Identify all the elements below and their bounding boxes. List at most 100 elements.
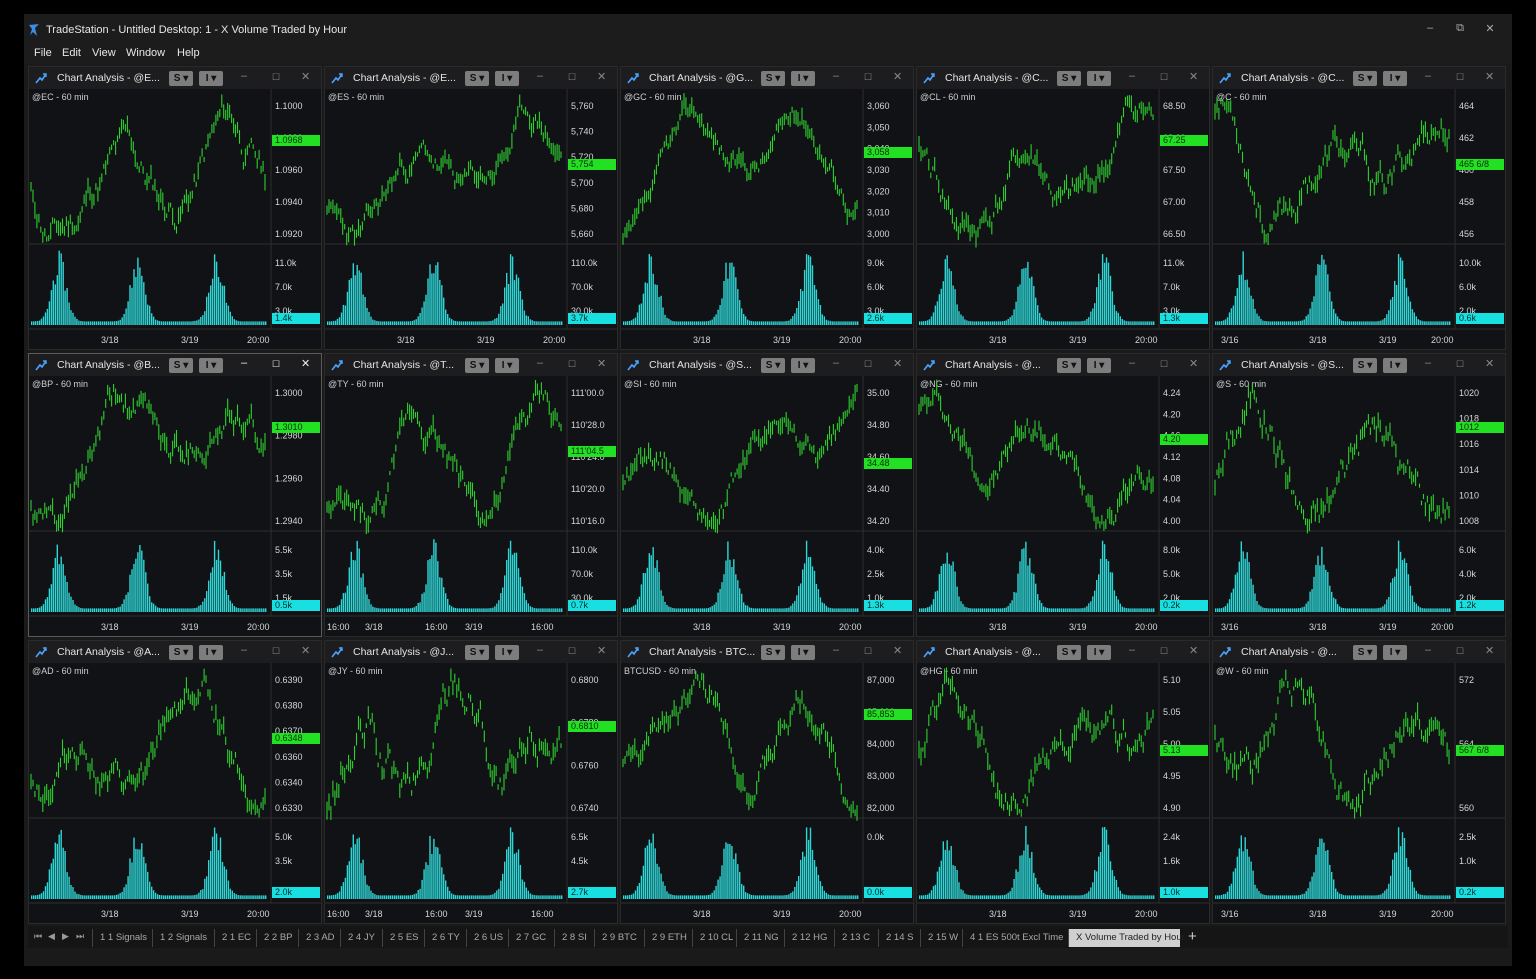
chart-area[interactable]: 35.0034.8034.6034.4034.2034.484.0k2.5k1.…: [621, 376, 913, 637]
chart-panel-bp[interactable]: Chart Analysis - @B... S ▾ I ▾ – ☐ ✕ @BP…: [28, 353, 322, 637]
tab-2-8-si[interactable]: 2 8 SI: [554, 929, 594, 947]
chart-panel-titlebar[interactable]: Chart Analysis - @E... S ▾ I ▾ – ☐ ✕: [29, 67, 321, 89]
indicator-button[interactable]: I ▾: [199, 71, 223, 86]
tab-prev-button[interactable]: ◀: [48, 931, 55, 942]
tab-1-1-signals[interactable]: 1 1 Signals: [92, 929, 152, 947]
chart-panel-ec[interactable]: Chart Analysis - @E... S ▾ I ▾ – ☐ ✕ @EC…: [28, 66, 322, 350]
panel-minimize-button[interactable]: –: [1129, 70, 1135, 82]
tab-4-1-es-500t-excl-time[interactable]: 4 1 ES 500t Excl Time: [962, 929, 1068, 947]
chart-area[interactable]: 1.30001.29801.29601.29401.30105.5k3.5k1.…: [29, 376, 321, 637]
panel-close-button[interactable]: ✕: [1485, 644, 1494, 657]
panel-maximize-button[interactable]: ☐: [568, 646, 576, 657]
chart-panel-titlebar[interactable]: Chart Analysis - @J... S ▾ I ▾ – ☐ ✕: [325, 641, 617, 663]
tab-2-3-ad[interactable]: 2 3 AD: [298, 929, 340, 947]
panel-close-button[interactable]: ✕: [1189, 644, 1198, 657]
panel-close-button[interactable]: ✕: [301, 70, 310, 83]
chart-panel-s[interactable]: Chart Analysis - @S... S ▾ I ▾ – ☐ ✕ @S …: [1212, 353, 1506, 637]
tab-2-4-jy[interactable]: 2 4 JY: [340, 929, 382, 947]
panel-minimize-button[interactable]: –: [241, 70, 247, 82]
tab-2-1-ec[interactable]: 2 1 EC: [214, 929, 256, 947]
panel-maximize-button[interactable]: ☐: [1456, 72, 1464, 83]
tab-last-button[interactable]: ⏭: [76, 931, 84, 942]
chart-panel-btcusd[interactable]: Chart Analysis - BTC... S ▾ I ▾ – ☐ ✕ BT…: [620, 640, 914, 924]
chart-panel-hg[interactable]: Chart Analysis - @... S ▾ I ▾ – ☐ ✕ @HG …: [916, 640, 1210, 924]
tab-2-2-bp[interactable]: 2 2 BP: [256, 929, 298, 947]
panel-maximize-button[interactable]: ☐: [1456, 646, 1464, 657]
panel-minimize-button[interactable]: –: [1129, 644, 1135, 656]
panel-maximize-button[interactable]: ☐: [272, 72, 280, 83]
chart-panel-c[interactable]: Chart Analysis - @C... S ▾ I ▾ – ☐ ✕ @C …: [1212, 66, 1506, 350]
tab-next-button[interactable]: ▶: [62, 931, 69, 942]
tab-2-6-us[interactable]: 2 6 US: [466, 929, 508, 947]
panel-close-button[interactable]: ✕: [893, 357, 902, 370]
close-button[interactable]: ✕: [1482, 22, 1498, 35]
menu-help[interactable]: Help: [177, 47, 200, 59]
chart-panel-titlebar[interactable]: Chart Analysis - @C... S ▾ I ▾ – ☐ ✕: [1213, 67, 1505, 89]
panel-minimize-button[interactable]: –: [1425, 70, 1431, 82]
panel-minimize-button[interactable]: –: [833, 70, 839, 82]
chart-panel-cl[interactable]: Chart Analysis - @C... S ▾ I ▾ – ☐ ✕ @CL…: [916, 66, 1210, 350]
chart-panel-ng[interactable]: Chart Analysis - @... S ▾ I ▾ – ☐ ✕ @NG …: [916, 353, 1210, 637]
panel-maximize-button[interactable]: ☐: [1160, 72, 1168, 83]
panel-maximize-button[interactable]: ☐: [272, 359, 280, 370]
strategy-button[interactable]: S ▾: [169, 645, 193, 660]
panel-minimize-button[interactable]: –: [241, 644, 247, 656]
panel-minimize-button[interactable]: –: [1425, 357, 1431, 369]
panel-minimize-button[interactable]: –: [241, 357, 247, 369]
strategy-button[interactable]: S ▾: [1057, 645, 1081, 660]
panel-maximize-button[interactable]: ☐: [568, 72, 576, 83]
panel-maximize-button[interactable]: ☐: [1456, 359, 1464, 370]
add-tab-button[interactable]: +: [1188, 928, 1197, 945]
panel-minimize-button[interactable]: –: [833, 644, 839, 656]
indicator-button[interactable]: I ▾: [791, 71, 815, 86]
chart-area[interactable]: 87,00085,00084,00083,00082,00085,8530.0k…: [621, 663, 913, 924]
tab-first-button[interactable]: ⏮: [34, 931, 42, 942]
chart-panel-titlebar[interactable]: Chart Analysis - @S... S ▾ I ▾ – ☐ ✕: [621, 354, 913, 376]
chart-area[interactable]: 4.244.204.164.124.084.044.004.208.0k5.0k…: [917, 376, 1209, 637]
tab-2-9-eth[interactable]: 2 9 ETH: [644, 929, 692, 947]
tab-2-14-s[interactable]: 2 14 S: [878, 929, 920, 947]
panel-minimize-button[interactable]: –: [537, 357, 543, 369]
strategy-button[interactable]: S ▾: [465, 358, 489, 373]
tab-2-9-btc[interactable]: 2 9 BTC: [594, 929, 644, 947]
panel-close-button[interactable]: ✕: [1189, 70, 1198, 83]
panel-minimize-button[interactable]: –: [1425, 644, 1431, 656]
panel-maximize-button[interactable]: ☐: [1160, 359, 1168, 370]
chart-panel-ty[interactable]: Chart Analysis - @T... S ▾ I ▾ – ☐ ✕ @TY…: [324, 353, 618, 637]
chart-area[interactable]: 572564560567 6/82.5k1.0k0.2k3/16 3/18 3/19…: [1213, 663, 1505, 924]
tab-2-7-gc[interactable]: 2 7 GC: [508, 929, 554, 947]
strategy-button[interactable]: S ▾: [1057, 358, 1081, 373]
panel-minimize-button[interactable]: –: [1129, 357, 1135, 369]
chart-panel-gc[interactable]: Chart Analysis - @G... S ▾ I ▾ – ☐ ✕ @GC…: [620, 66, 914, 350]
strategy-button[interactable]: S ▾: [1353, 71, 1377, 86]
strategy-button[interactable]: S ▾: [761, 358, 785, 373]
panel-close-button[interactable]: ✕: [597, 357, 606, 370]
chart-panel-titlebar[interactable]: Chart Analysis - @T... S ▾ I ▾ – ☐ ✕: [325, 354, 617, 376]
chart-area[interactable]: 68.5068.0067.5067.0066.5067.2511.0k7.0k3…: [917, 89, 1209, 350]
indicator-button[interactable]: I ▾: [495, 358, 519, 373]
chart-area[interactable]: 0.63900.63800.63700.63600.63400.63300.63…: [29, 663, 321, 924]
indicator-button[interactable]: I ▾: [1087, 645, 1111, 660]
panel-close-button[interactable]: ✕: [893, 70, 902, 83]
chart-panel-titlebar[interactable]: Chart Analysis - @... S ▾ I ▾ – ☐ ✕: [917, 641, 1209, 663]
chart-panel-titlebar[interactable]: Chart Analysis - @A... S ▾ I ▾ – ☐ ✕: [29, 641, 321, 663]
chart-area[interactable]: 5,7605,7405,7205,7005,6805,6605,754110.0…: [325, 89, 617, 350]
menu-window[interactable]: Window: [126, 47, 165, 59]
tab-2-12-hg[interactable]: 2 12 HG: [784, 929, 834, 947]
tab-2-10-cl[interactable]: 2 10 CL: [692, 929, 736, 947]
panel-minimize-button[interactable]: –: [537, 70, 543, 82]
indicator-button[interactable]: I ▾: [1383, 358, 1407, 373]
indicator-button[interactable]: I ▾: [1087, 358, 1111, 373]
chart-panel-ad[interactable]: Chart Analysis - @A... S ▾ I ▾ – ☐ ✕ @AD…: [28, 640, 322, 924]
panel-close-button[interactable]: ✕: [1485, 357, 1494, 370]
tab-1-2-signals[interactable]: 1 2 Signals: [152, 929, 214, 947]
chart-panel-es[interactable]: Chart Analysis - @E... S ▾ I ▾ – ☐ ✕ @ES…: [324, 66, 618, 350]
chart-panel-titlebar[interactable]: Chart Analysis - @... S ▾ I ▾ – ☐ ✕: [1213, 641, 1505, 663]
menu-view[interactable]: View: [92, 47, 116, 59]
indicator-button[interactable]: I ▾: [791, 645, 815, 660]
panel-maximize-button[interactable]: ☐: [864, 646, 872, 657]
chart-panel-titlebar[interactable]: Chart Analysis - BTC... S ▾ I ▾ – ☐ ✕: [621, 641, 913, 663]
panel-close-button[interactable]: ✕: [1189, 357, 1198, 370]
chart-area[interactable]: 0.68000.67800.67600.67400.68106.5k4.5k2.…: [325, 663, 617, 924]
chart-panel-titlebar[interactable]: Chart Analysis - @E... S ▾ I ▾ – ☐ ✕: [325, 67, 617, 89]
